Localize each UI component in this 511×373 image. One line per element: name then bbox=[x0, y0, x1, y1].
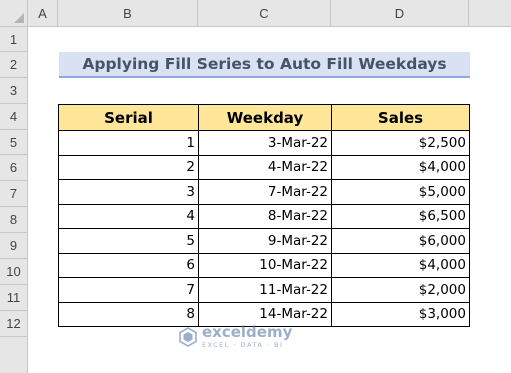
sales-cell[interactable]: $3,000 bbox=[331, 301, 470, 327]
serial-cell[interactable]: 5 bbox=[58, 228, 199, 254]
header-weekday[interactable]: Weekday bbox=[198, 104, 332, 131]
weekday-cell[interactable]: 3-Mar-22 bbox=[198, 130, 332, 156]
header-sales[interactable]: Sales bbox=[331, 104, 470, 131]
watermark-name: exceldemy bbox=[202, 323, 293, 341]
table-row: 5 9-Mar-22 $6,000 bbox=[58, 228, 470, 254]
row-header-7[interactable]: 7 bbox=[0, 181, 28, 207]
sales-cell[interactable]: $2,500 bbox=[331, 130, 470, 156]
row-header-4[interactable]: 4 bbox=[0, 104, 28, 130]
select-all-icon bbox=[14, 13, 24, 23]
column-header-b[interactable]: B bbox=[58, 0, 198, 27]
watermark-tagline: EXCEL · DATA · BI bbox=[202, 341, 284, 349]
serial-cell[interactable]: 3 bbox=[58, 179, 199, 205]
sales-cell[interactable]: $6,000 bbox=[331, 228, 470, 254]
column-header-next[interactable] bbox=[469, 0, 511, 27]
serial-cell[interactable]: 2 bbox=[58, 154, 199, 180]
sales-cell[interactable]: $6,500 bbox=[331, 203, 470, 229]
spreadsheet: A B C D 1 2 3 4 5 6 7 8 9 10 11 12 Apply… bbox=[0, 0, 511, 373]
select-all-corner[interactable] bbox=[0, 0, 28, 27]
row-header-9[interactable]: 9 bbox=[0, 233, 28, 259]
table-row: 6 10-Mar-22 $4,000 bbox=[58, 252, 470, 278]
column-header-d[interactable]: D bbox=[331, 0, 469, 27]
sales-table: Serial Weekday Sales 1 3-Mar-22 $2,500 2 4-… bbox=[58, 104, 470, 327]
column-header-c[interactable]: C bbox=[198, 0, 331, 27]
table-row: 4 8-Mar-22 $6,500 bbox=[58, 203, 470, 229]
row-header-12[interactable]: 12 bbox=[0, 311, 28, 337]
table-row: 1 3-Mar-22 $2,500 bbox=[58, 130, 470, 156]
weekday-cell[interactable]: 8-Mar-22 bbox=[198, 203, 332, 229]
serial-cell[interactable]: 6 bbox=[58, 252, 199, 278]
sales-cell[interactable]: $4,000 bbox=[331, 154, 470, 180]
sales-cell[interactable]: $4,000 bbox=[331, 252, 470, 278]
weekday-cell[interactable]: 10-Mar-22 bbox=[198, 252, 332, 278]
weekday-cell[interactable]: 7-Mar-22 bbox=[198, 179, 332, 205]
weekday-cell[interactable]: 4-Mar-22 bbox=[198, 154, 332, 180]
serial-cell[interactable]: 4 bbox=[58, 203, 199, 229]
serial-cell[interactable]: 7 bbox=[58, 277, 199, 303]
table-row: 3 7-Mar-22 $5,000 bbox=[58, 179, 470, 205]
row-header-11[interactable]: 11 bbox=[0, 285, 28, 311]
table-row: 7 11-Mar-22 $2,000 bbox=[58, 277, 470, 303]
row-header-6[interactable]: 6 bbox=[0, 155, 28, 181]
exceldemy-watermark: exceldemy EXCEL · DATA · BI bbox=[178, 325, 292, 349]
row-header-5[interactable]: 5 bbox=[0, 130, 28, 155]
weekday-cell[interactable]: 11-Mar-22 bbox=[198, 277, 332, 303]
row-header-10[interactable]: 10 bbox=[0, 259, 28, 285]
sales-cell[interactable]: $5,000 bbox=[331, 179, 470, 205]
column-header-a[interactable]: A bbox=[28, 0, 58, 27]
sales-cell[interactable]: $2,000 bbox=[331, 277, 470, 303]
table-header-row: Serial Weekday Sales bbox=[58, 104, 470, 131]
serial-cell[interactable]: 1 bbox=[58, 130, 199, 156]
exceldemy-logo-icon bbox=[179, 326, 197, 347]
row-header-8[interactable]: 8 bbox=[0, 207, 28, 233]
serial-cell[interactable]: 8 bbox=[58, 301, 199, 327]
weekday-cell[interactable]: 9-Mar-22 bbox=[198, 228, 332, 254]
row-header-3[interactable]: 3 bbox=[0, 78, 28, 104]
header-serial[interactable]: Serial bbox=[58, 104, 199, 131]
row-header-2[interactable]: 2 bbox=[0, 52, 28, 78]
sheet-title[interactable]: Applying Fill Series to Auto Fill Weekda… bbox=[59, 52, 470, 78]
row-header-13[interactable] bbox=[0, 337, 28, 373]
row-header-1[interactable]: 1 bbox=[0, 27, 28, 52]
table-row: 2 4-Mar-22 $4,000 bbox=[58, 154, 470, 180]
